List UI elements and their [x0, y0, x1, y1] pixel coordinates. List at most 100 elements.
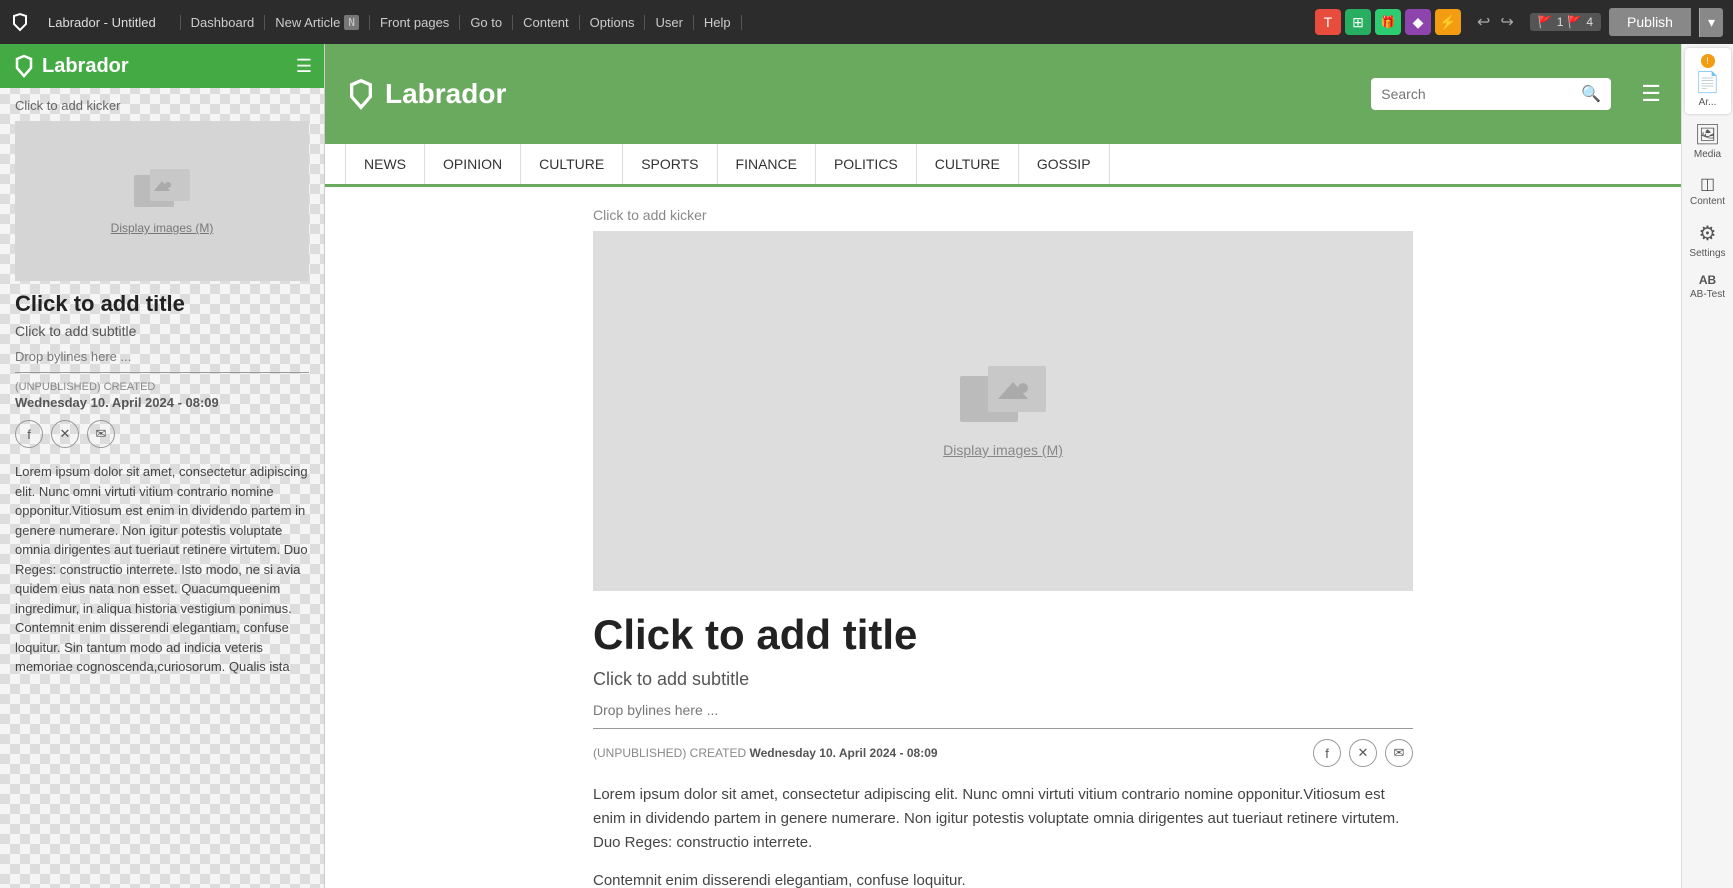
rtool-abtest[interactable]: AB AB-Test [1685, 267, 1731, 306]
site-nav: NEWS OPINION CULTURE SPORTS FINANCE POLI… [325, 144, 1681, 187]
flag-count: 4 [1586, 15, 1593, 29]
nav-go-to[interactable]: Go to [460, 15, 513, 30]
topbar-nav: Dashboard New Article N Front pages Go t… [180, 15, 1307, 30]
search-bar: 🔍 [1371, 78, 1611, 110]
right-toolbar: ! 📄 Ar... 🖼 Media ◫ Content ⚙ Settings A… [1681, 44, 1733, 888]
sidebar-meta-label: (UNPUBLISHED) CREATED [15, 381, 309, 393]
rtool-settings-icon: ⚙ [1699, 221, 1717, 246]
nav-new-article[interactable]: New Article N [265, 15, 370, 30]
article-email-icon[interactable]: ✉ [1385, 739, 1413, 767]
bolt-icon-btn[interactable]: ⚡ [1435, 9, 1461, 35]
sidebar-article-title[interactable]: Click to add title [15, 291, 309, 317]
left-sidebar: Labrador ☰ Click to add kicker Display i… [0, 44, 325, 888]
sidebar-x-icon[interactable]: ✕ [51, 420, 79, 448]
topbar-logo [10, 12, 30, 32]
version-badge: 🚩 1 🚩 4 [1530, 13, 1601, 31]
rtool-article-badge: ! [1701, 54, 1715, 68]
article-social-icons: f ✕ ✉ [1313, 739, 1413, 767]
article-body: Lorem ipsum dolor sit amet, consectetur … [593, 783, 1413, 888]
grid-icon-btn[interactable]: ⊞ [1345, 9, 1371, 35]
diamond-icon-btn[interactable]: ◆ [1405, 9, 1431, 35]
nav-finance[interactable]: FINANCE [718, 144, 816, 184]
t-icon-btn[interactable]: T [1315, 9, 1341, 35]
article-body-para2: Contemnit enim disserendi elegantiam, co… [593, 869, 1413, 888]
publish-button[interactable]: Publish [1609, 8, 1691, 36]
flag-count-icon: 🚩 [1567, 15, 1582, 29]
nav-opinion[interactable]: OPINION [425, 144, 521, 184]
nav-culture2[interactable]: CULTURE [917, 144, 1019, 184]
article-area: Click to add kicker Display images (M) C… [553, 187, 1453, 888]
nav-options[interactable]: Options [580, 15, 646, 30]
rtool-article-label: Ar... [1699, 97, 1717, 108]
topbar: Labrador - Untitled Dashboard New Articl… [0, 0, 1733, 44]
article-image-placeholder[interactable]: Display images (M) [593, 231, 1413, 591]
rtool-abtest-icon: AB [1699, 273, 1716, 287]
site-logo-text: Labrador [385, 78, 506, 110]
article-meta: (UNPUBLISHED) CREATED Wednesday 10. Apri… [593, 739, 1413, 767]
article-facebook-icon[interactable]: f [1313, 739, 1341, 767]
main-wrapper: Labrador ☰ Click to add kicker Display i… [0, 44, 1733, 888]
rtool-settings-label: Settings [1689, 248, 1725, 259]
article-subtitle[interactable]: Click to add subtitle [593, 669, 1413, 690]
sidebar-email-icon[interactable]: ✉ [87, 420, 115, 448]
publish-dropdown-button[interactable]: ▾ [1699, 8, 1723, 37]
sidebar-facebook-icon[interactable]: f [15, 420, 43, 448]
article-date: Wednesday 10. April 2024 - 08:09 [749, 746, 937, 760]
sidebar-logo: Labrador [12, 54, 288, 78]
search-icon[interactable]: 🔍 [1581, 84, 1601, 104]
center-content: Labrador 🔍 ☰ NEWS OPINION CULTURE SPORTS… [325, 44, 1681, 888]
version-number: 1 [1557, 15, 1564, 29]
redo-button[interactable]: ↪ [1496, 10, 1517, 34]
rtool-media-label: Media [1694, 149, 1721, 160]
rtool-settings[interactable]: ⚙ Settings [1685, 215, 1731, 265]
rtool-content-label: Content [1690, 196, 1725, 207]
rtool-media-icon: 🖼 [1695, 122, 1720, 147]
sidebar-logo-text: Labrador [42, 55, 129, 78]
rtool-content-icon: ◫ [1700, 174, 1715, 194]
rtool-article[interactable]: ! 📄 Ar... [1685, 48, 1731, 114]
nav-help[interactable]: Help [694, 15, 742, 30]
undo-redo-controls: ↩ ↪ [1473, 10, 1518, 34]
site-menu-icon[interactable]: ☰ [1641, 81, 1661, 107]
sidebar-social-icons: f ✕ ✉ [15, 420, 309, 448]
sidebar-menu-icon[interactable]: ☰ [296, 56, 312, 77]
sidebar-body-para2: Contemnit enim disserendi elegantiam, co… [15, 618, 309, 677]
sidebar-body: Lorem ipsum dolor sit amet, consectetur … [15, 462, 309, 677]
sidebar-article-subtitle[interactable]: Click to add subtitle [15, 323, 309, 339]
article-kicker[interactable]: Click to add kicker [593, 207, 1413, 223]
rtool-article-icon: 📄 [1695, 70, 1720, 95]
sidebar-kicker[interactable]: Click to add kicker [15, 98, 309, 113]
article-image-label[interactable]: Display images (M) [943, 442, 1063, 458]
article-meta-left: (UNPUBLISHED) CREATED Wednesday 10. Apri… [593, 746, 938, 760]
nav-politics[interactable]: POLITICS [816, 144, 917, 184]
rtool-abtest-label: AB-Test [1690, 289, 1725, 300]
nav-culture[interactable]: CULTURE [521, 144, 623, 184]
version-flag: 🚩 [1538, 15, 1553, 29]
rtool-content[interactable]: ◫ Content [1685, 168, 1731, 213]
sidebar-header: Labrador ☰ [0, 44, 324, 88]
new-article-shortcut: N [344, 15, 359, 30]
rtool-media[interactable]: 🖼 Media [1685, 116, 1731, 166]
nav-sports[interactable]: SPORTS [623, 144, 717, 184]
nav-front-pages[interactable]: Front pages [370, 15, 460, 30]
gift-icon-btn[interactable]: 🎁 [1375, 9, 1401, 35]
sidebar-bylines[interactable]: Drop bylines here ... [15, 349, 309, 373]
article-title[interactable]: Click to add title [593, 611, 1413, 659]
nav-gossip[interactable]: GOSSIP [1019, 144, 1110, 184]
article-x-icon[interactable]: ✕ [1349, 739, 1377, 767]
search-input[interactable] [1381, 86, 1575, 102]
sidebar-content: Click to add kicker Display images (M) C… [15, 98, 309, 677]
site-header: Labrador 🔍 ☰ [325, 44, 1681, 144]
app-title: Labrador - Untitled [48, 15, 156, 30]
sidebar-image-placeholder[interactable]: Display images (M) [15, 121, 309, 281]
nav-dashboard[interactable]: Dashboard [180, 15, 266, 30]
nav-news[interactable]: NEWS [345, 144, 425, 184]
topbar-tool-icons: T ⊞ 🎁 ◆ ⚡ [1315, 9, 1461, 35]
article-bylines[interactable]: Drop bylines here ... [593, 702, 1413, 729]
undo-button[interactable]: ↩ [1473, 10, 1494, 34]
nav-user[interactable]: User [645, 15, 693, 30]
sidebar-image-label[interactable]: Display images (M) [111, 221, 214, 235]
article-body-para1: Lorem ipsum dolor sit amet, consectetur … [593, 783, 1413, 855]
nav-content[interactable]: Content [513, 15, 580, 30]
sidebar-body-para1: Lorem ipsum dolor sit amet, consectetur … [15, 462, 309, 618]
